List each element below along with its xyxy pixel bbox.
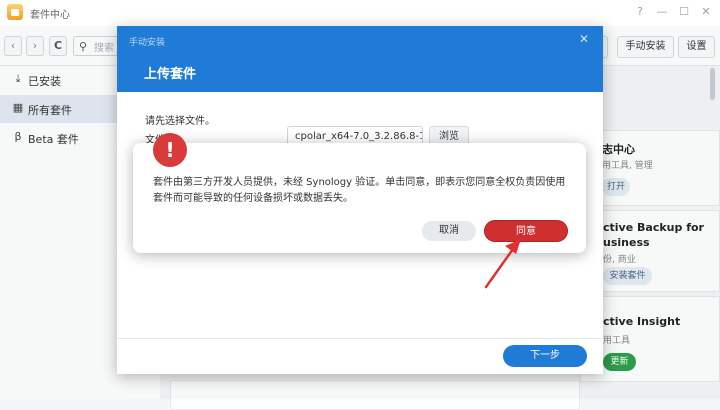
maximize-icon[interactable]: ☐ <box>677 5 691 18</box>
third-party-warning-dialog: 套件由第三方开发人员提供，未经 Synology 验证。单击同意，即表示您同意全… <box>133 143 586 253</box>
title-bar: 套件中心 ? — ☐ ✕ <box>0 0 720 26</box>
next-button[interactable]: 下一步 <box>503 345 587 367</box>
close-icon[interactable]: ✕ <box>699 5 713 18</box>
dialog-title: 上传套件 <box>144 67 197 82</box>
help-icon[interactable]: ? <box>633 5 647 18</box>
warning-icon: ! <box>153 133 187 167</box>
cancel-button[interactable]: 取消 <box>422 221 476 241</box>
dialog-footer-divider <box>117 338 603 339</box>
close-icon[interactable]: ✕ <box>579 32 589 46</box>
window-title: 套件中心 <box>30 10 70 21</box>
dialog-subtitle: 手动安装 <box>129 38 166 48</box>
agree-button[interactable]: 同意 <box>484 220 568 242</box>
select-file-prompt: 请先选择文件。 <box>145 116 215 127</box>
package-center-icon <box>7 4 23 20</box>
minimize-icon[interactable]: — <box>655 5 669 18</box>
dialog-header: 手动安装 ✕ 上传套件 <box>117 26 603 92</box>
warning-message: 套件由第三方开发人员提供，未经 Synology 验证。单击同意，即表示您同意全… <box>153 177 566 204</box>
